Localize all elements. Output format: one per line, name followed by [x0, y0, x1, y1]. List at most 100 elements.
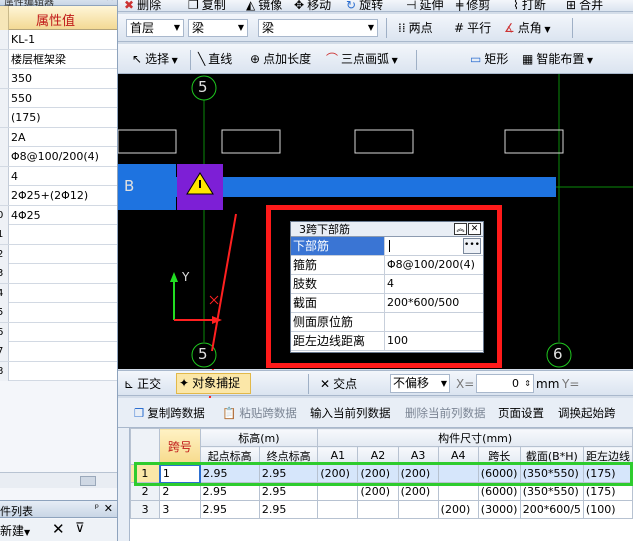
popup-value[interactable]: 4	[387, 275, 394, 293]
property-row[interactable]: 4	[0, 283, 117, 303]
property-value[interactable]: Φ8@100/200(4)	[11, 147, 99, 166]
popup-row[interactable]: 肢数 4	[291, 275, 483, 294]
adjust-start-span-button[interactable]: 调换起始跨	[558, 404, 616, 422]
horizontal-scrollbar[interactable]	[0, 472, 117, 488]
point-angle-button[interactable]: ∡ 点角 ▼	[504, 19, 550, 39]
filter-icon[interactable]: ⊽	[75, 521, 85, 536]
row-index[interactable]: 1	[130, 464, 161, 483]
table-cell[interactable]: (350*550)	[519, 482, 584, 501]
table-cell[interactable]: 2.95	[199, 464, 260, 483]
break-button[interactable]: ⌇ 打断	[513, 0, 546, 11]
property-row[interactable]: 6	[0, 322, 117, 342]
row-index[interactable]: 3	[130, 500, 161, 519]
table-cell[interactable]	[437, 464, 479, 483]
page-setup-button[interactable]: 页面设置	[498, 404, 544, 422]
property-value[interactable]: 350	[11, 69, 32, 88]
table-cell[interactable]	[317, 482, 359, 501]
category-select[interactable]: 梁 ▼	[188, 19, 248, 37]
smart-layout-button[interactable]: ▦ 智能布置 ▼	[522, 50, 593, 70]
close-icon[interactable]: ✕	[104, 502, 113, 515]
x-coordinate-input[interactable]: 0 ⇕	[476, 374, 534, 393]
table-cell[interactable]: (350*550)	[519, 464, 584, 483]
rotate-button[interactable]: ↻ 旋转	[346, 0, 383, 11]
property-row[interactable]: 楼层框架梁	[0, 49, 117, 69]
popup-row[interactable]: 下部筋 •••	[291, 237, 483, 256]
property-row[interactable]: 2Φ25+(2Φ12)	[0, 186, 117, 206]
popup-value[interactable]: 100	[387, 332, 408, 350]
table-cell[interactable]: (3000)	[477, 500, 521, 519]
table-cell[interactable]: (200)	[397, 482, 439, 501]
property-value[interactable]: (175)	[11, 108, 41, 127]
floor-select[interactable]: 首层 ▼	[126, 19, 184, 37]
table-cell[interactable]: 3	[159, 500, 201, 519]
scroll-thumb[interactable]	[80, 476, 96, 486]
table-cell[interactable]: 2.95	[258, 464, 319, 483]
pin-icon[interactable]: ᵖ	[95, 503, 99, 514]
property-row[interactable]: 8	[0, 361, 117, 381]
collapse-icon[interactable]: ︽	[454, 223, 467, 235]
merge-button[interactable]: ⊞ 合并	[566, 0, 603, 11]
table-cell[interactable]: (200)	[357, 482, 399, 501]
property-row[interactable]: 2A	[0, 127, 117, 147]
table-cell[interactable]: 2.95	[199, 500, 260, 519]
column-header[interactable]: 距左边线	[582, 446, 633, 465]
span-number-header[interactable]: 跨号	[159, 428, 201, 465]
dimension-header[interactable]: 构件尺寸(mm)	[317, 428, 633, 447]
column-header[interactable]: 起点标高	[199, 446, 260, 465]
table-cell[interactable]: (175)	[582, 482, 633, 501]
table-cell[interactable]: (100)	[582, 500, 633, 519]
popup-row[interactable]: 截面 200*600/500	[291, 294, 483, 313]
property-row[interactable]: KL-1	[0, 30, 117, 50]
elevation-header[interactable]: 标高(m)	[199, 428, 319, 447]
property-row[interactable]: 350	[0, 69, 117, 89]
rect-button[interactable]: ▭ 矩形	[470, 50, 508, 68]
property-value[interactable]: KL-1	[11, 30, 35, 49]
delete-icon[interactable]: ✕	[52, 520, 65, 538]
table-cell[interactable]: (200)	[357, 464, 399, 483]
column-header[interactable]: 终点标高	[258, 446, 319, 465]
property-value[interactable]: 2A	[11, 128, 26, 147]
mirror-button[interactable]: ◭ 镜像	[246, 0, 282, 11]
table-cell[interactable]	[397, 500, 439, 519]
popup-row[interactable]: 距左边线距离 100	[291, 332, 483, 351]
property-value[interactable]: 4Φ25	[11, 206, 41, 225]
delete-column-button[interactable]: 删除当前列数据	[405, 404, 486, 422]
input-column-button[interactable]: 输入当前列数据	[310, 404, 391, 422]
extend-button[interactable]: ⊣ 延伸	[406, 0, 443, 11]
table-cell[interactable]	[437, 482, 479, 501]
property-value[interactable]: 4	[11, 167, 18, 186]
close-icon[interactable]: ✕	[106, 0, 114, 4]
table-cell[interactable]	[357, 500, 399, 519]
delete-button[interactable]: ✖ 删除	[124, 0, 161, 11]
column-header[interactable]: A1	[317, 446, 359, 465]
row-index[interactable]: 2	[130, 482, 161, 501]
trim-button[interactable]: ╪ 修剪	[456, 0, 490, 11]
property-row[interactable]: 7	[0, 342, 117, 362]
table-cell[interactable]: 2.95	[258, 482, 319, 501]
parallel-button[interactable]: # 平行	[454, 19, 491, 37]
move-button[interactable]: ✥ 移动	[294, 0, 331, 11]
popup-row[interactable]: 箍筋 Φ8@100/200(4)	[291, 256, 483, 275]
table-cell[interactable]: 2.95	[199, 482, 260, 501]
select-button[interactable]: ↖ 选择 ▼	[132, 50, 178, 70]
popup-row[interactable]: 侧面原位筋	[291, 313, 483, 332]
table-cell[interactable]: (200)	[397, 464, 439, 483]
column-header[interactable]: 截面(B*H)	[519, 446, 584, 465]
property-row[interactable]: 550	[0, 88, 117, 108]
popup-value[interactable]: 200*600/500	[387, 294, 459, 312]
table-cell[interactable]: 2.95	[258, 500, 319, 519]
property-row[interactable]: (175)	[0, 108, 117, 128]
table-cell[interactable]: (200)	[317, 464, 359, 483]
column-header[interactable]: 跨长	[477, 446, 521, 465]
property-value[interactable]: 楼层框架梁	[11, 50, 66, 69]
table-cell[interactable]: (175)	[582, 464, 633, 483]
copy-button[interactable]: ❐ 复制	[188, 0, 226, 11]
member-select[interactable]: 梁 ▼	[258, 19, 378, 37]
property-row[interactable]: 04Φ25	[0, 205, 117, 225]
property-row[interactable]: 5	[0, 303, 117, 323]
table-row[interactable]: 3 3 2.95 2.95 (200) (3000) 200*600/5 (100)	[130, 500, 633, 519]
table-cell[interactable]: 2	[159, 482, 201, 501]
table-cell[interactable]: 200*600/5	[519, 500, 584, 519]
property-row[interactable]: 3	[0, 264, 117, 284]
property-value[interactable]: 550	[11, 89, 32, 108]
